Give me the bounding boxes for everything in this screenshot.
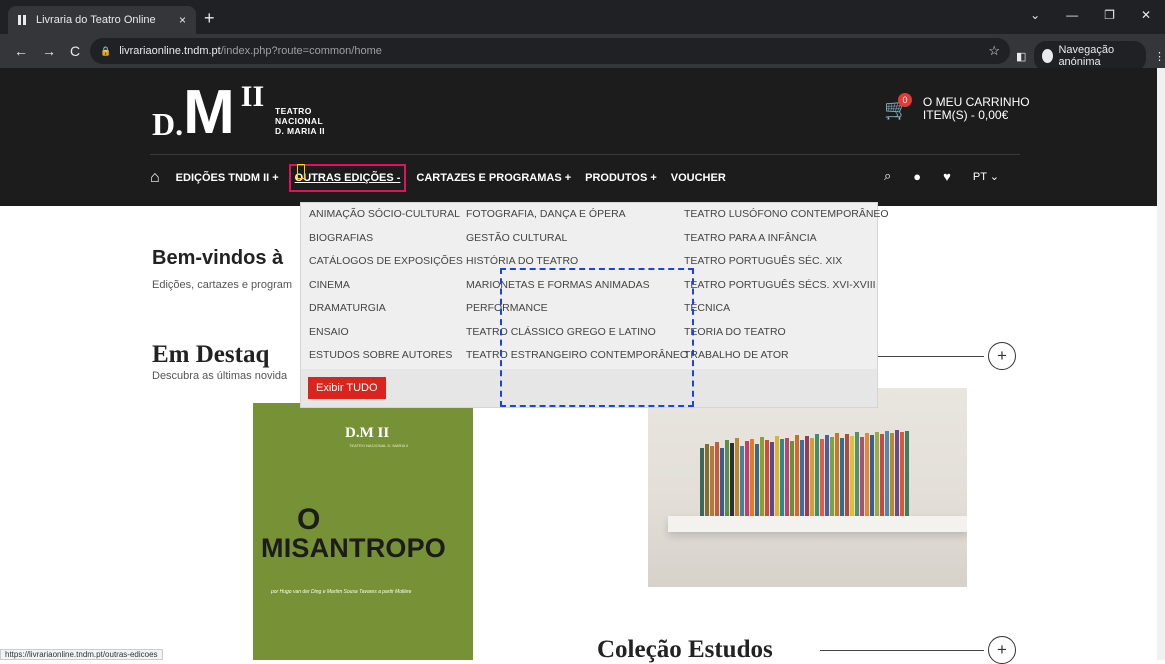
logo-line: TEATRO (275, 106, 312, 116)
incognito-badge[interactable]: Navegação anónima (1034, 41, 1146, 71)
dropdown-item[interactable]: GESTÃO CULTURAL (466, 227, 688, 251)
dropdown-item[interactable]: BIOGRAFIAS (309, 227, 463, 251)
welcome-heading: Bem-vindos à (152, 247, 284, 269)
dropdown-item[interactable]: CINEMA (309, 274, 463, 298)
url-host: livrariaonline.tndm.pt (119, 45, 221, 57)
logo-d: D. (152, 106, 184, 142)
dropdown-item[interactable]: TEATRO PORTUGUÊS SÉC. XIX (684, 250, 889, 274)
logo-ii: II (240, 80, 265, 113)
bookmark-star-icon[interactable]: ☆ (988, 43, 1000, 59)
destaque-subtitle: Descubra as últimas novida (152, 370, 288, 382)
language-label: PT (972, 170, 987, 183)
close-window-icon[interactable]: ✕ (1141, 8, 1151, 22)
colecao-rule (820, 650, 984, 651)
logo-m: M (183, 78, 235, 147)
home-icon[interactable]: ⌂ (150, 169, 160, 187)
tab-title: Livraria do Teatro Online (36, 14, 156, 26)
window-controls: ⌄ — ❐ ✕ (1030, 8, 1165, 22)
address-bar: ← → C 🔒 livrariaonline.tndm.pt/index.php… (0, 34, 1165, 71)
header-divider (150, 154, 1020, 155)
welcome-subtitle: Edições, cartazes e program (152, 279, 293, 291)
tab-search-icon[interactable]: ⌄ (1030, 8, 1040, 22)
user-icon[interactable]: ● (913, 169, 921, 184)
tab-favicon-icon (18, 15, 28, 25)
restore-icon[interactable]: ❐ (1104, 8, 1115, 22)
dropdown-item[interactable]: DRAMATURGIA (309, 297, 463, 321)
selection-highlight-box (500, 268, 694, 407)
dropdown-item[interactable]: TEATRO PARA A INFÂNCIA (684, 227, 889, 251)
site-logo[interactable]: D. M II (152, 78, 264, 147)
cart-icon: 🛒 0 (884, 92, 912, 122)
cart-total: ITEM(S) - 0,00€ (922, 108, 1009, 122)
site-header: D. M II TEATRO NACIONAL D. MARIA II 🛒 0 O M… (0, 68, 1165, 206)
minimize-icon[interactable]: — (1066, 8, 1078, 22)
dropdown-item[interactable]: ESTUDOS SOBRE AUTORES (309, 344, 463, 368)
shelf (668, 516, 967, 532)
logo-text: TEATRO NACIONAL D. MARIA II (275, 106, 325, 136)
cart-button[interactable]: 🛒 0 O MEU CARRINHO ITEM(S) - 0,00€ (884, 92, 1030, 122)
menu-dots-icon[interactable]: ⋮ (1154, 50, 1165, 63)
heart-icon[interactable]: ♥ (943, 169, 951, 184)
destaque-heading: Em Destaq (152, 341, 270, 368)
dropdown-item[interactable]: ENSAIO (309, 321, 463, 345)
lock-icon: 🔒 (100, 45, 112, 56)
dropdown-column-1: ANIMAÇÃO SÓCIO-CULTURAL BIOGRAFIAS CATÁL… (309, 203, 463, 368)
book-logo: D.M II (345, 425, 390, 441)
dropdown-item[interactable]: FOTOGRAFIA, DANÇA E ÓPERA (466, 203, 688, 227)
incognito-label: Navegação anónima (1058, 44, 1115, 68)
status-bar-url: https://livrariaonline.tndm.pt/outras-ed… (0, 649, 163, 660)
page-scrollbar[interactable] (1157, 68, 1165, 660)
language-select[interactable]: PT ⌄ (973, 170, 999, 183)
book-title: MISANTROPO (261, 533, 447, 563)
text-cursor-highlight (297, 164, 305, 179)
dropdown-item[interactable]: TEATRO PORTUGUÊS SÉCS. XVI-XVIII (684, 274, 889, 298)
dropdown-column-3: TEATRO LUSÓFONO CONTEMPORÂNEO TEATRO PAR… (684, 203, 889, 368)
url-path: /index.php?route=common/home (220, 45, 382, 57)
dropdown-item[interactable]: CATÁLOGOS DE EXPOSIÇÕES (309, 250, 463, 274)
browser-right-controls: ◧ Navegação anónima ⋮ (1016, 41, 1165, 71)
destaque-plus-button[interactable]: + (988, 342, 1016, 370)
search-icon[interactable]: ⌕ (884, 168, 891, 184)
back-icon[interactable]: ← (14, 43, 28, 59)
logo-line: NACIONAL (275, 116, 324, 126)
dropdown-item[interactable]: TEATRO LUSÓFONO CONTEMPORÂNEO (684, 203, 889, 227)
incognito-icon (1042, 49, 1054, 63)
book-title-o: O (297, 503, 321, 536)
dropdown-item[interactable]: ANIMAÇÃO SÓCIO-CULTURAL (309, 203, 463, 227)
logo-line: D. MARIA II (275, 126, 325, 136)
dropdown-item[interactable]: TEORIA DO TEATRO (684, 321, 889, 345)
books-shelf-image[interactable] (648, 388, 967, 587)
header-tools: ⌕ ● ♥ PT ⌄ (884, 168, 999, 184)
book-spines (700, 430, 960, 518)
show-all-button[interactable]: Exibir TUDO (308, 377, 386, 399)
nav-outras-edicoes[interactable]: OUTRAS EDIÇÕES - (288, 164, 407, 192)
reload-icon[interactable]: C (70, 43, 80, 59)
nav-cartazes-programas[interactable]: CARTAZES E PROGRAMAS + (416, 172, 571, 184)
nav-voucher[interactable]: VOUCHER (671, 172, 726, 184)
browser-tabbar: Livraria do Teatro Online × + ⌄ — ❐ ✕ (0, 0, 1165, 34)
nav-produtos[interactable]: PRODUTOS + (585, 172, 657, 184)
destaque-rule (878, 356, 984, 357)
cart-count-badge: 0 (898, 92, 912, 107)
nav-edicoes-tndm[interactable]: EDIÇÕES TNDM II + (176, 172, 279, 184)
url-field[interactable]: 🔒 livrariaonline.tndm.pt/index.php?route… (90, 38, 1010, 64)
side-panel-icon[interactable]: ◧ (1016, 50, 1026, 63)
dropdown-item[interactable]: TÉCNICA (684, 297, 889, 321)
tab-close-icon[interactable]: × (179, 13, 186, 27)
browser-tab[interactable]: Livraria do Teatro Online × (8, 6, 196, 34)
main-nav: ⌂ EDIÇÕES TNDM II + OUTRAS EDIÇÕES - CAR… (150, 164, 740, 192)
new-tab-button[interactable]: + (204, 9, 215, 27)
forward-icon[interactable]: → (42, 43, 56, 59)
cart-text: O MEU CARRINHO ITEM(S) - 0,00€ (923, 96, 1030, 122)
book-logo-text: TEATRO NACIONAL D. MARIA II (349, 443, 409, 448)
dropdown-item[interactable]: TRABALHO DE ATOR (684, 344, 889, 368)
book-credit: por Hugo van der Ding e Martim Sousa Tav… (271, 589, 412, 595)
book-cover-o-misantropo[interactable]: D.M II TEATRO NACIONAL D. MARIA II O MIS… (253, 403, 473, 660)
